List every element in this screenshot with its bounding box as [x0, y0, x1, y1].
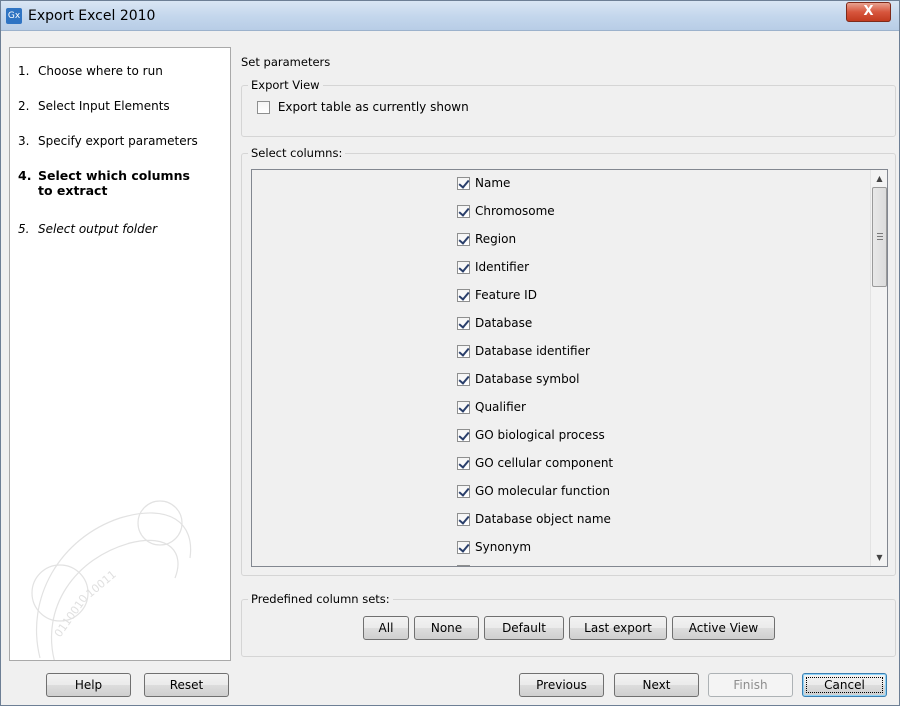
- column-checkbox[interactable]: [457, 233, 470, 246]
- column-checkbox[interactable]: [457, 485, 470, 498]
- title-bar[interactable]: Gx Export Excel 2010 X: [1, 1, 899, 31]
- finish-button[interactable]: Finish: [708, 673, 793, 697]
- watermark-logo: 0110010 10011: [31, 500, 192, 660]
- preset-all-button[interactable]: All: [363, 616, 409, 640]
- preset-last-export-button[interactable]: Last export: [569, 616, 667, 640]
- export-view-group: Export View Export table as currently sh…: [241, 78, 896, 137]
- column-label: GO biological process: [475, 428, 605, 442]
- previous-button[interactable]: Previous: [519, 673, 604, 697]
- column-label: Database: [475, 316, 533, 330]
- column-item[interactable]: GO cellular component: [457, 456, 613, 474]
- column-item[interactable]: Database symbol: [457, 372, 579, 390]
- column-item-partial[interactable]: [457, 564, 475, 566]
- column-label: Database object name: [475, 512, 611, 526]
- column-item[interactable]: Identifier: [457, 260, 529, 278]
- step-label: Choose where to run: [38, 64, 163, 78]
- export-table-label: Export table as currently shown: [277, 100, 469, 114]
- reset-button[interactable]: Reset: [144, 673, 229, 697]
- column-item[interactable]: Synonym: [457, 540, 531, 558]
- predefined-sets-legend: Predefined column sets:: [248, 592, 393, 606]
- column-checkbox[interactable]: [457, 457, 470, 470]
- preset-active-view-button[interactable]: Active View: [672, 616, 775, 640]
- column-checkbox[interactable]: [457, 373, 470, 386]
- column-checkbox[interactable]: [457, 541, 470, 554]
- scroll-down-icon[interactable]: ▼: [871, 549, 887, 566]
- window-title: Export Excel 2010: [28, 8, 156, 24]
- column-item[interactable]: Qualifier: [457, 400, 526, 418]
- preset-default-button[interactable]: Default: [484, 616, 564, 640]
- help-button[interactable]: Help: [46, 673, 131, 697]
- step-label: Select which columns to extract: [38, 168, 190, 198]
- column-label: Identifier: [475, 260, 530, 274]
- close-icon: X: [863, 4, 874, 19]
- cancel-button[interactable]: Cancel: [802, 673, 887, 697]
- column-checkbox[interactable]: [457, 261, 470, 274]
- column-checkbox[interactable]: [457, 289, 470, 302]
- scroll-up-icon[interactable]: ▲: [871, 170, 887, 187]
- wizard-step-1: 1. Choose where to run: [18, 64, 163, 78]
- scroll-thumb[interactable]: [872, 187, 887, 287]
- export-table-checkbox-row[interactable]: Export table as currently shown: [257, 100, 469, 114]
- step-number: 5.: [18, 222, 30, 236]
- step-number: 4.: [18, 168, 32, 183]
- column-label: Chromosome: [475, 204, 555, 218]
- preset-none-button[interactable]: None: [414, 616, 479, 640]
- column-item[interactable]: Database: [457, 316, 532, 334]
- column-item[interactable]: Region: [457, 232, 516, 250]
- column-item[interactable]: Name: [457, 176, 510, 194]
- section-title: Set parameters: [241, 55, 331, 69]
- column-label: Region: [475, 232, 517, 246]
- column-item[interactable]: Database object name: [457, 512, 611, 530]
- column-label: Synonym: [475, 540, 532, 554]
- column-checkbox[interactable]: [457, 401, 470, 414]
- column-checkbox[interactable]: [457, 429, 470, 442]
- column-checkbox[interactable]: [457, 513, 470, 526]
- column-checkbox[interactable]: [457, 205, 470, 218]
- column-item[interactable]: Database identifier: [457, 344, 590, 362]
- column-item[interactable]: Chromosome: [457, 204, 555, 222]
- wizard-step-4: 4. Select which columns to extract: [18, 168, 208, 198]
- app-icon: Gx: [6, 8, 22, 24]
- export-dialog: Gx Export Excel 2010 X 1. Choose where to…: [0, 0, 900, 706]
- next-button[interactable]: Next: [614, 673, 699, 697]
- step-label: Select output folder: [38, 222, 158, 236]
- step-number: 1.: [18, 64, 30, 78]
- select-columns-legend: Select columns:: [248, 146, 346, 160]
- svg-text:10011: 10011: [84, 568, 119, 600]
- column-checkbox[interactable]: [457, 317, 470, 330]
- wizard-step-3: 3. Specify export parameters: [18, 134, 198, 148]
- column-label: Database identifier: [475, 344, 590, 358]
- column-label: Name: [475, 176, 511, 190]
- export-table-checkbox[interactable]: [257, 101, 270, 114]
- column-checkbox[interactable]: [457, 177, 470, 190]
- step-label: Specify export parameters: [38, 134, 198, 148]
- step-number: 3.: [18, 134, 30, 148]
- column-label: Qualifier: [475, 400, 526, 414]
- export-view-legend: Export View: [248, 78, 323, 92]
- column-item[interactable]: GO biological process: [457, 428, 605, 446]
- step-number: 2.: [18, 99, 30, 113]
- wizard-step-2: 2. Select Input Elements: [18, 99, 170, 113]
- column-label: GO molecular function: [475, 484, 610, 498]
- focus-ring: [806, 677, 883, 693]
- grip-icon: [877, 233, 883, 240]
- column-checkbox[interactable]: [457, 345, 470, 358]
- svg-text:0110010: 0110010: [52, 592, 91, 640]
- close-button[interactable]: X: [846, 2, 891, 22]
- columns-scrollbar[interactable]: ▲ ▼: [870, 170, 887, 566]
- column-checkbox[interactable]: [457, 565, 470, 566]
- wizard-steps-panel: 1. Choose where to run 2. Select Input Ele…: [9, 47, 231, 661]
- step-label: Select Input Elements: [38, 99, 170, 113]
- column-item[interactable]: Feature ID: [457, 288, 537, 306]
- columns-list[interactable]: Name Chromosome Region Identifier Featur…: [251, 169, 888, 567]
- column-label: GO cellular component: [475, 456, 614, 470]
- column-label: Database symbol: [475, 372, 580, 386]
- column-item[interactable]: GO molecular function: [457, 484, 610, 502]
- wizard-step-5: 5. Select output folder: [18, 222, 157, 236]
- column-label: Feature ID: [475, 288, 537, 302]
